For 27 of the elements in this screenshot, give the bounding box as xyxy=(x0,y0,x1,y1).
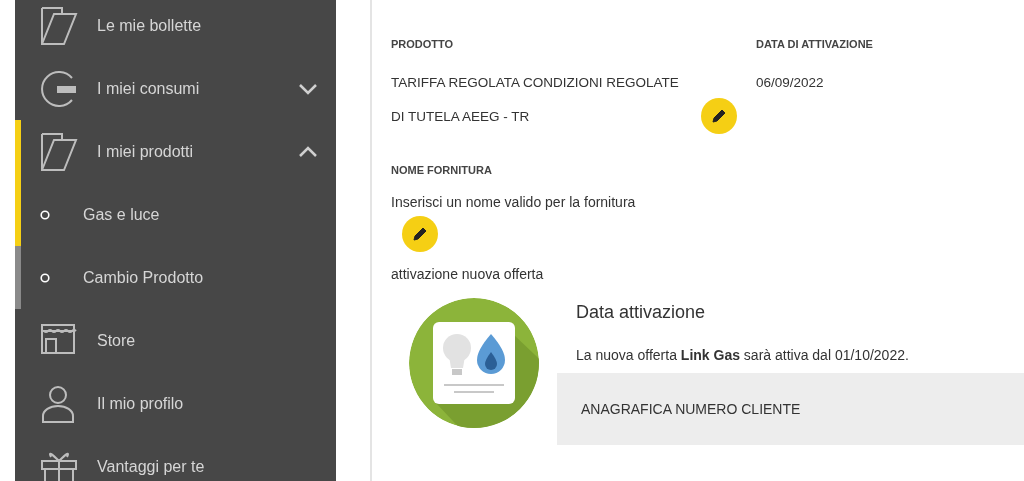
document-icon xyxy=(40,5,78,46)
edit-button[interactable] xyxy=(402,216,438,252)
section-header[interactable]: ANAGRAFICA NUMERO CLIENTE xyxy=(557,373,1024,445)
field-label: PRODOTTO xyxy=(391,38,455,50)
edit-button[interactable] xyxy=(701,98,737,134)
nav-item[interactable]: I miei prodotti xyxy=(15,120,336,183)
nav-item[interactable]: Le mie bollette xyxy=(15,0,336,57)
plug-icon xyxy=(40,68,78,109)
field-label: NOME FORNITURA xyxy=(391,164,493,176)
nav-item[interactable]: I miei consumi xyxy=(15,57,336,120)
pencil-icon xyxy=(412,226,428,242)
nav-item[interactable]: Vantaggi per te xyxy=(15,435,336,481)
bullet-icon xyxy=(40,272,50,283)
field-label: DATA DI ATTIVAZIONE xyxy=(756,38,873,50)
field-value: TARIFFA REGOLATA CONDIZIONI REGOLATE DI TUTELA AEEG - TR xyxy=(391,74,680,126)
bullet-icon xyxy=(40,209,50,220)
field-value: 06/09/2022 xyxy=(756,74,824,92)
document-icon xyxy=(40,131,78,172)
message-text: La nuova offerta Link Gas sarà attiva dal 01/10/2022. xyxy=(576,347,910,363)
pencil-icon xyxy=(711,108,727,124)
nav-item[interactable]: Store xyxy=(15,309,336,372)
nav-item[interactable]: Il mio profilo xyxy=(15,372,336,435)
field-value: Inserisci un nome valido per la fornitura xyxy=(391,194,637,210)
nav-subitem[interactable]: Cambio Prodotto xyxy=(15,246,336,309)
status-text: attivazione nuova offerta xyxy=(391,266,545,282)
section-title: Data attivazione xyxy=(576,302,707,323)
nav-subitem[interactable]: Gas e luce xyxy=(15,183,336,246)
